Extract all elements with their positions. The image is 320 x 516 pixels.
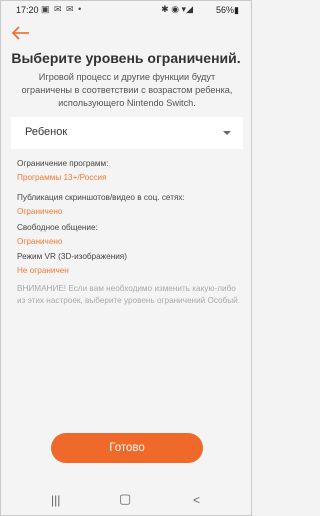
system-nav-bar: ||| ▢ < [1, 487, 251, 515]
setting-label-vr: Режим VR (3D-изображения) [17, 252, 127, 261]
nav-back-button[interactable]: < [193, 493, 200, 507]
setting-label-communication: Свободное общение: [17, 223, 98, 232]
app-screen: 17:20 ▣ ✉ ✉ • ✱ ◉ ▾◢ 56%▮ Выберите урове… [0, 0, 252, 516]
dropdown-caret-icon [223, 131, 231, 135]
setting-value-programs: Программы 13+/Россия [17, 173, 107, 182]
notification-icons: ▣ ✉ ✉ • [41, 4, 83, 14]
signal-icons: ✱ ◉ ▾◢ [161, 4, 193, 14]
restriction-level-value: Ребенок [25, 126, 68, 138]
status-time: 17:20 [16, 5, 39, 15]
battery-indicator: 56%▮ [216, 5, 239, 15]
setting-label-programs: Ограничение программ: [17, 159, 109, 168]
back-arrow-icon[interactable] [11, 25, 31, 41]
setting-value-screenshots: Ограничено [17, 207, 63, 216]
recent-apps-button[interactable]: ||| [51, 493, 60, 507]
page-subtitle: Игровой процесс и другие функции будут о… [21, 72, 233, 108]
setting-value-communication: Ограничено [17, 237, 63, 246]
setting-label-screenshots: Публикация скриншотов/видео в соц. сетях… [17, 193, 185, 202]
status-bar: 17:20 ▣ ✉ ✉ • ✱ ◉ ▾◢ 56%▮ [1, 1, 251, 19]
home-button[interactable]: ▢ [119, 491, 131, 507]
page-title: Выберите уровень ограничений. [11, 50, 241, 66]
done-button[interactable]: Готово [51, 433, 203, 463]
warning-text: ВНИМАНИЕ! Если вам необходимо изменить к… [17, 284, 241, 305]
setting-value-vr: Не ограничен [17, 266, 69, 275]
restriction-level-select[interactable]: Ребенок [11, 117, 243, 149]
